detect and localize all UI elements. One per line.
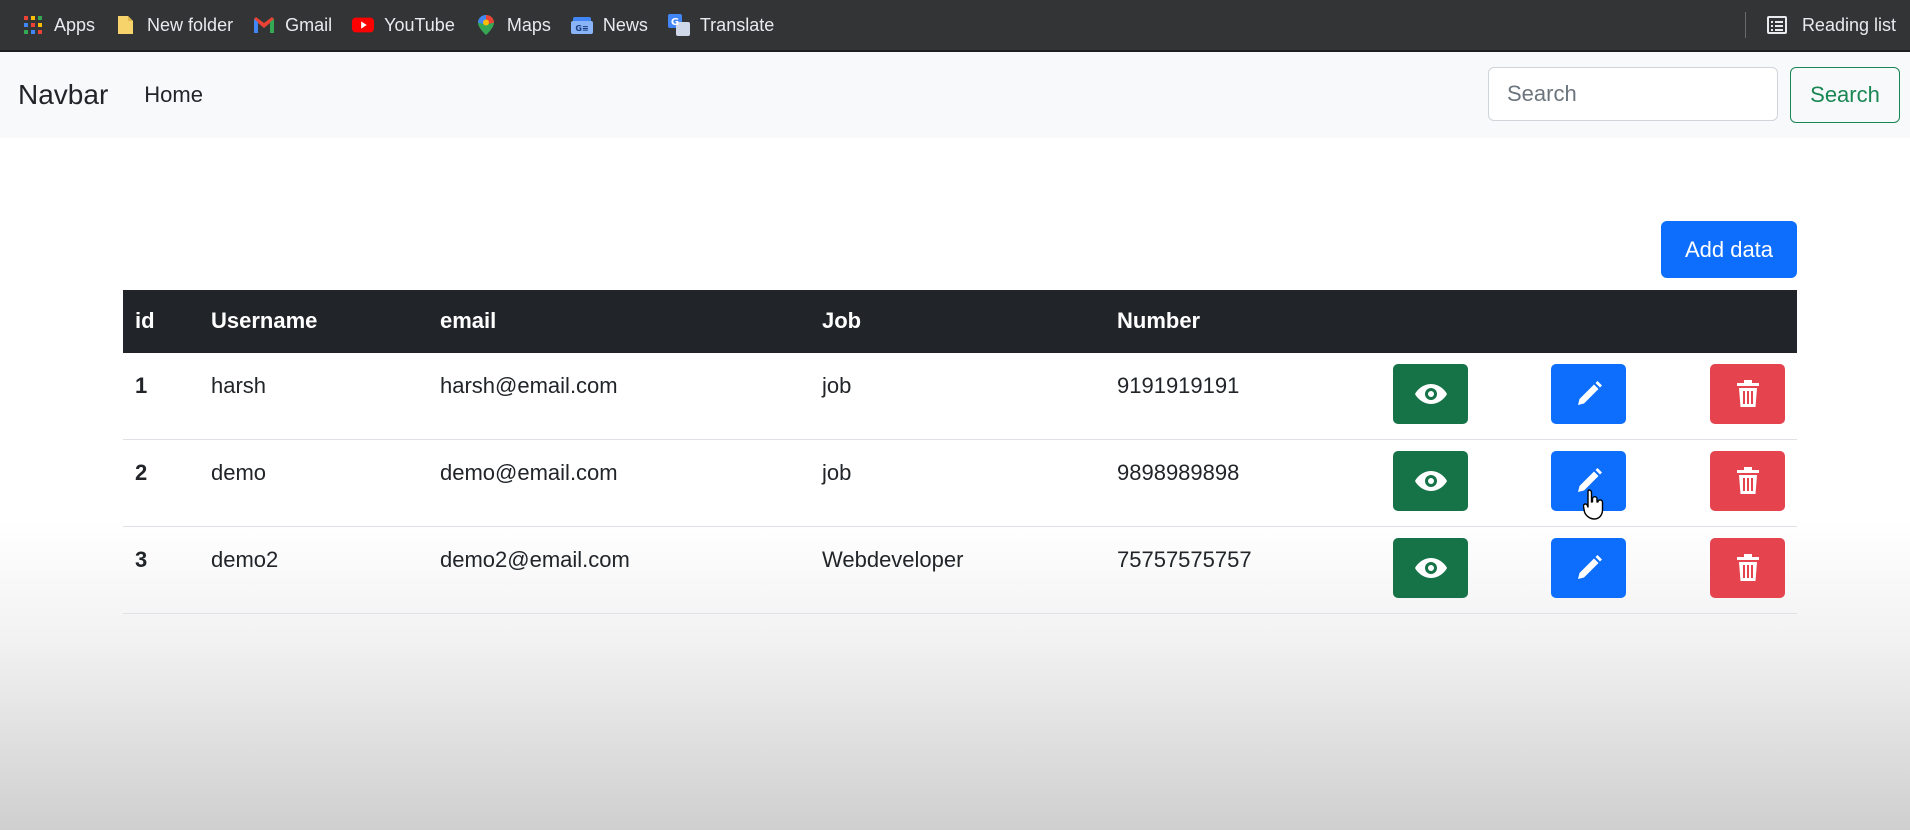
- delete-button[interactable]: [1710, 364, 1785, 424]
- table-row: 3 demo2 demo2@email.com Webdeveloper 757…: [123, 527, 1797, 614]
- cell-id: 2: [135, 460, 148, 485]
- column-header-email: email: [440, 308, 497, 333]
- cell-email: harsh@email.com: [440, 373, 618, 398]
- table-row: 2 demo demo@email.com job 9898989898: [123, 440, 1797, 527]
- search-input[interactable]: [1488, 67, 1778, 121]
- add-data-button[interactable]: Add data: [1661, 221, 1797, 278]
- column-header-username: Username: [211, 308, 318, 333]
- gmail-icon: [253, 14, 275, 36]
- bookmark-label: Maps: [506, 14, 551, 35]
- search-button[interactable]: Search: [1790, 67, 1900, 123]
- bookmark-label: Translate: [699, 14, 775, 35]
- maps-pin-icon: [475, 14, 497, 36]
- navbar-brand[interactable]: Navbar: [18, 79, 108, 111]
- column-header-job: Job: [822, 308, 862, 333]
- pencil-icon: [1577, 381, 1602, 405]
- cell-email: demo@email.com: [440, 460, 618, 485]
- cell-job: Webdeveloper: [822, 547, 964, 572]
- divider: [1744, 12, 1746, 38]
- cell-number: 75757575757: [1117, 547, 1252, 572]
- apps-grid-icon: [22, 14, 44, 36]
- column-header-id: id: [135, 308, 155, 333]
- eye-icon: [1414, 558, 1447, 578]
- bookmark-youtube[interactable]: YouTube: [352, 14, 455, 36]
- cell-number: 9898989898: [1117, 460, 1240, 485]
- hand-cursor-icon: [1583, 489, 1604, 520]
- pencil-icon: [1577, 555, 1602, 579]
- cell-id: 3: [135, 547, 148, 572]
- cell-username: demo: [211, 460, 267, 485]
- table-header: id Username email Job Number: [123, 290, 1797, 353]
- bookmark-label: Apps: [54, 14, 96, 35]
- bookmark-gmail[interactable]: Gmail: [253, 14, 332, 36]
- bookmark-maps[interactable]: Maps: [475, 14, 551, 36]
- cell-id: 1: [135, 373, 148, 398]
- cell-job: job: [822, 373, 852, 398]
- delete-button[interactable]: [1710, 451, 1785, 511]
- bookmark-label: YouTube: [384, 14, 455, 35]
- bookmark-new-folder[interactable]: New folder: [115, 14, 233, 36]
- reading-list-label: Reading list: [1801, 14, 1896, 35]
- search-form: Search: [1488, 67, 1900, 123]
- view-button[interactable]: [1393, 538, 1468, 598]
- reading-list[interactable]: Reading list: [1744, 0, 1896, 50]
- bookmark-translate[interactable]: G Translate: [667, 14, 775, 36]
- bookmark-label: Gmail: [285, 14, 333, 35]
- nav-link-home[interactable]: Home: [144, 82, 203, 108]
- news-icon: G≡: [570, 14, 593, 36]
- trash-icon: [1736, 554, 1759, 581]
- navbar: Navbar Home Search: [0, 52, 1910, 138]
- folder-icon: [115, 14, 137, 36]
- bookmarks-bar: Apps New folder Gmail YouTube Maps G≡ Ne…: [0, 0, 1910, 52]
- svg-text:G: G: [671, 17, 679, 28]
- column-header-number: Number: [1117, 308, 1201, 333]
- edit-button[interactable]: [1551, 364, 1626, 424]
- eye-icon: [1414, 384, 1447, 404]
- bookmark-label: News: [602, 14, 648, 35]
- trash-icon: [1736, 380, 1759, 407]
- translate-icon: G: [667, 14, 690, 36]
- view-button[interactable]: [1393, 364, 1468, 424]
- trash-icon: [1736, 467, 1759, 494]
- bookmark-label: New folder: [147, 14, 234, 35]
- bookmark-apps[interactable]: Apps: [22, 14, 95, 36]
- bookmark-news[interactable]: G≡ News: [570, 14, 648, 36]
- view-button[interactable]: [1393, 451, 1468, 511]
- table-row: 1 harsh harsh@email.com job 9191919191: [123, 353, 1797, 440]
- eye-icon: [1414, 471, 1447, 491]
- data-table: id Username email Job Number 1 harsh har…: [123, 290, 1797, 614]
- cell-username: demo2: [211, 547, 279, 572]
- cell-job: job: [822, 460, 852, 485]
- cell-number: 9191919191: [1117, 373, 1240, 398]
- cell-username: harsh: [211, 373, 267, 398]
- reading-list-icon: [1766, 14, 1788, 36]
- cell-email: demo2@email.com: [440, 547, 630, 572]
- svg-text:G≡: G≡: [575, 24, 588, 33]
- delete-button[interactable]: [1710, 538, 1785, 598]
- youtube-icon: [352, 14, 375, 36]
- edit-button[interactable]: [1551, 538, 1626, 598]
